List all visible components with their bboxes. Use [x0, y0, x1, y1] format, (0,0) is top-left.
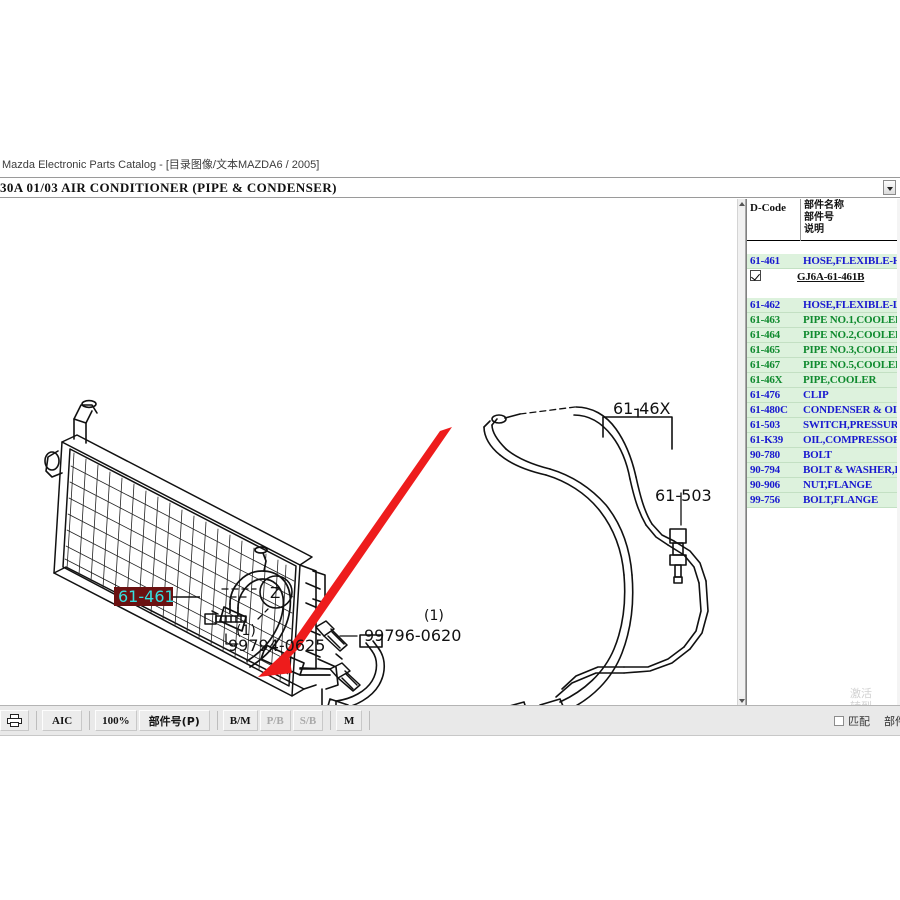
row-part-name: CLIP [803, 389, 829, 401]
row-dcode: 61-463 [750, 314, 780, 326]
window-title-bar: Mazda Electronic Parts Catalog - [目录图像/文… [0, 155, 900, 175]
chevron-down-icon[interactable] [883, 180, 896, 195]
row-part-name: BOLT [803, 449, 832, 461]
row-dcode: 61-K39 [750, 434, 784, 446]
column-header-part-name: 部件名称 [804, 200, 844, 211]
row-checkbox[interactable] [750, 270, 761, 281]
row-part-name: SWITCH,PRESSURE [803, 419, 900, 431]
header-column-divider [800, 199, 801, 241]
row-part-name: BOLT,FLANGE [803, 494, 879, 506]
table-row[interactable]: 61-503 SWITCH,PRESSURE [747, 418, 900, 433]
bottom-toolbar: AIC 100% 部件号(P) B/M P/B S/B M 匹配 部件 [0, 705, 900, 736]
row-part-name: PIPE,COOLER [803, 374, 877, 386]
table-row[interactable]: 61-476 CLIP [747, 388, 900, 403]
toolbar-divider-3 [216, 711, 218, 730]
zoom-level-button[interactable]: 100% [95, 710, 137, 731]
parts-list-header: D-Code 部件名称 部件号 说明 [747, 199, 900, 241]
row-part-name: PIPE NO.2,COOLER [803, 329, 900, 341]
printer-icon [7, 714, 22, 727]
table-row-part-number[interactable]: GJ6A-61-461B [747, 269, 900, 286]
match-checkbox[interactable]: 匹配 [834, 713, 870, 729]
row-dcode: 90-780 [750, 449, 780, 461]
row-part-number-value[interactable]: GJ6A-61-461B [797, 269, 864, 285]
match-checkbox-label: 匹配 [848, 714, 870, 728]
breadcrumb-text: 30A 01/03 AIR CONDITIONER (PIPE & CONDEN… [0, 180, 337, 195]
aic-button[interactable]: AIC [42, 710, 83, 731]
sb-button: S/B [292, 710, 324, 731]
table-row[interactable]: 61-463 PIPE NO.1,COOLER [747, 313, 900, 328]
callout-balloon-z: Z [270, 584, 280, 602]
table-row[interactable]: 61-467 PIPE NO.5,COOLER [747, 358, 900, 373]
row-part-name: HOSE,FLEXIBLE-HIG [803, 255, 900, 267]
checkbox-box-icon[interactable] [834, 715, 844, 726]
scroll-down-icon[interactable] [738, 696, 745, 705]
toolbar-divider-1 [36, 711, 37, 730]
row-dcode: 90-794 [750, 464, 780, 476]
m-button[interactable]: M [336, 710, 363, 731]
row-dcode: 99-756 [750, 494, 780, 506]
svg-text:61-461: 61-461 [118, 587, 175, 606]
column-header-remarks: 说明 [804, 224, 824, 235]
table-row[interactable]: 61-480C CONDENSER & OIL S [747, 403, 900, 418]
row-dcode: 61-464 [750, 329, 780, 341]
column-header-dcode: D-Code [750, 202, 787, 214]
print-button[interactable] [0, 710, 29, 731]
qty-4: (1) [236, 623, 256, 639]
row-dcode: 61-480C [750, 404, 788, 416]
table-row[interactable]: 61-K39 OIL,COMPRESSOR [747, 433, 900, 448]
parts-list-top-spacer [747, 242, 900, 254]
table-row[interactable]: 61-465 PIPE NO.3,COOLER [747, 343, 900, 358]
toolbar-divider-5 [369, 711, 371, 730]
row-part-name: BOLT & WASHER,FLA [803, 464, 900, 476]
canvas-vertical-scrollbar[interactable] [737, 199, 746, 705]
parts-list-rows[interactable]: 61-461HOSE,FLEXIBLE-HIGGJ6A-61-461B61-46… [747, 242, 900, 697]
parts-list-row-spacer [747, 286, 900, 298]
row-part-name: PIPE NO.3,COOLER [803, 344, 900, 356]
column-header-part-number: 部件号 [804, 212, 834, 223]
row-dcode: 61-465 [750, 344, 780, 356]
row-part-name: PIPE NO.1,COOLER [803, 314, 900, 326]
table-row[interactable]: 61-462 HOSE,FLEXIBLE-LOW [747, 298, 900, 313]
callout-99796-0620-1: 99796-0620 [364, 626, 461, 645]
table-row[interactable]: 61-464 PIPE NO.2,COOLER [747, 328, 900, 343]
table-row-selected[interactable]: 61-461 HOSE,FLEXIBLE-HIG [747, 254, 900, 269]
scroll-up-icon[interactable] [738, 199, 745, 208]
row-dcode: 61-46X [750, 374, 783, 386]
toolbar-bottom-divider [0, 735, 900, 736]
callout-61-503: 61-503 [655, 486, 712, 505]
table-row[interactable]: 90-780 BOLT [747, 448, 900, 463]
row-dcode: 61-461 [750, 255, 780, 267]
row-dcode: 61-476 [750, 389, 780, 401]
qty-1: (1) [424, 608, 444, 624]
row-part-name: NUT,FLANGE [803, 479, 872, 491]
row-part-name: HOSE,FLEXIBLE-LOW [803, 299, 900, 311]
pb-button: P/B [259, 710, 291, 731]
bm-button[interactable]: B/M [222, 710, 258, 731]
row-dcode: 61-462 [750, 299, 780, 311]
row-part-name: PIPE NO.5,COOLER [803, 359, 900, 371]
column-header-description: 部件名称 部件号 说明 [804, 200, 898, 236]
parts-list-panel[interactable]: D-Code 部件名称 部件号 说明 61-461 HOSE,FLEXIBLE-H… [746, 199, 900, 705]
row-dcode: 90-906 [750, 479, 780, 491]
table-row[interactable]: 90-794 BOLT & WASHER,FLA [747, 463, 900, 478]
table-row[interactable]: 61-46X PIPE,COOLER [747, 373, 900, 388]
part-number-button[interactable]: 部件号(P) [138, 710, 210, 731]
toolbar-right-label: 部件 [884, 714, 900, 728]
toolbar-divider-2 [89, 711, 91, 730]
diagram-canvas[interactable]: 61-46X 61-503 99794-0625 99796-0620 9979… [0, 199, 737, 705]
highlighted-callout-61-461: 61-461 [114, 587, 200, 606]
row-dcode: 61-467 [750, 359, 780, 371]
row-part-name: CONDENSER & OIL S [803, 404, 900, 416]
table-row[interactable]: 90-906 NUT,FLANGE [747, 478, 900, 493]
window-title: Mazda Electronic Parts Catalog - [目录图像/文… [2, 159, 320, 171]
toolbar-divider-4 [330, 711, 332, 730]
exploded-parts-diagram: 61-46X 61-503 99794-0625 99796-0620 9979… [44, 399, 712, 705]
row-dcode: 61-503 [750, 419, 780, 431]
table-row[interactable]: 99-756 BOLT,FLANGE [747, 493, 900, 508]
breadcrumb-combobox[interactable]: 30A 01/03 AIR CONDITIONER (PIPE & CONDEN… [0, 177, 900, 198]
callout-61-46X: 61-46X [613, 399, 670, 418]
row-part-name: OIL,COMPRESSOR [803, 434, 900, 446]
parts-catalog-window: Mazda Electronic Parts Catalog - [目录图像/文… [0, 155, 900, 736]
